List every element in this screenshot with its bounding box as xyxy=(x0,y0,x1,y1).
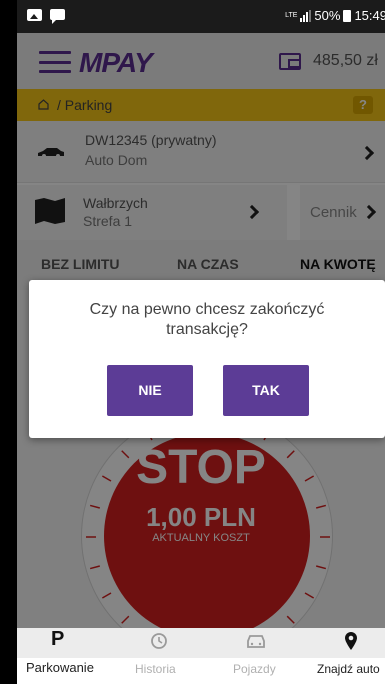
bottom-nav: P xyxy=(17,628,385,658)
message-notification-icon xyxy=(50,9,65,24)
bottom-nav-labels: Parkowanie Historia Pojazdy Znajdź auto xyxy=(0,658,385,684)
parking-icon: P xyxy=(51,628,65,650)
clock: 15:49 xyxy=(354,8,385,23)
app-screen: LTE 50% 15:49 MPAY 485,50 zł / Parking ?… xyxy=(0,0,385,684)
location-pin-icon xyxy=(345,632,357,650)
screen-edge xyxy=(0,0,17,684)
nav-vehicles-label[interactable]: Pojazdy xyxy=(233,662,276,676)
dialog-message: Czy na pewno chcesz zakończyć transakcję… xyxy=(89,301,325,338)
nav-parking-label[interactable]: Parkowanie xyxy=(26,660,94,675)
status-bar: LTE 50% 15:49 xyxy=(17,0,385,33)
nav-parking[interactable]: P xyxy=(17,628,97,658)
history-icon xyxy=(151,633,167,649)
battery-icon xyxy=(343,9,352,22)
no-button[interactable]: NIE xyxy=(107,365,193,416)
battery-percent: 50% xyxy=(314,8,341,23)
confirm-dialog: Czy na pewno chcesz zakończyć transakcję… xyxy=(29,280,385,438)
car-icon xyxy=(247,635,265,648)
nav-vehicles[interactable] xyxy=(222,628,292,658)
nav-history[interactable] xyxy=(127,628,197,658)
image-notification-icon xyxy=(27,9,42,21)
signal-icon xyxy=(300,9,312,22)
network-type: LTE xyxy=(285,12,298,19)
nav-find-car-label[interactable]: Znajdź auto xyxy=(317,662,380,676)
nav-history-label[interactable]: Historia xyxy=(135,662,176,676)
yes-button[interactable]: TAK xyxy=(223,365,309,416)
nav-find-car[interactable] xyxy=(307,628,385,658)
